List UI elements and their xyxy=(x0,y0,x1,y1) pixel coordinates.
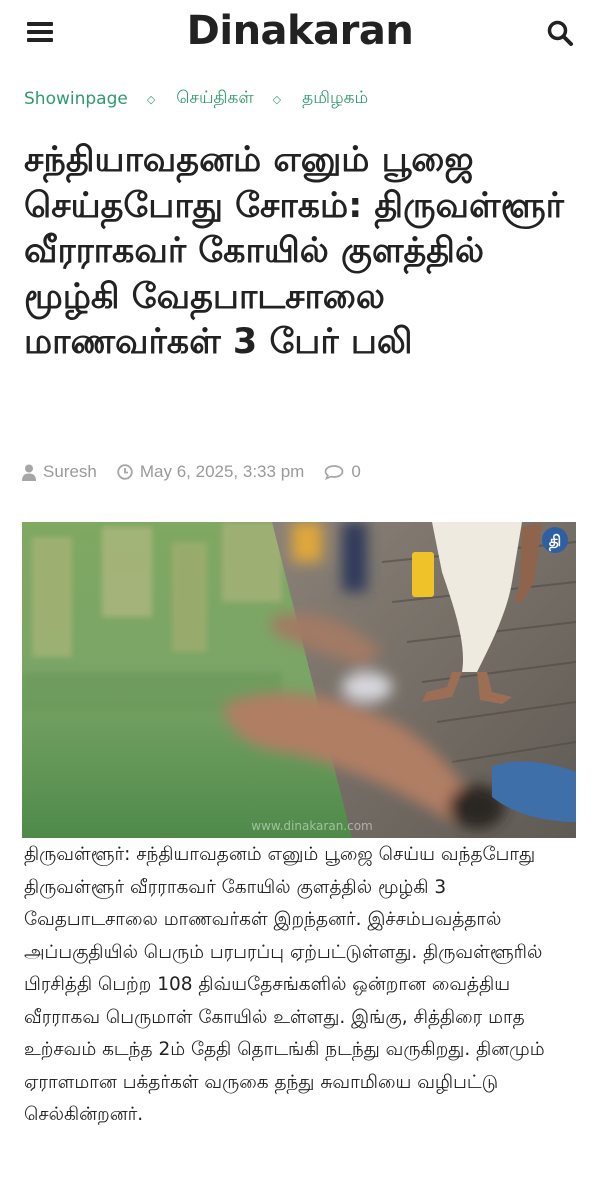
comment-icon xyxy=(324,465,344,480)
top-header: Dinakaran xyxy=(0,0,600,66)
image-watermark: www.dinakaran.com xyxy=(251,819,373,833)
author-meta[interactable]: Suresh xyxy=(22,462,97,482)
diamond-icon: ◇ xyxy=(272,92,282,106)
article-title: சந்தியாவதனம் எனும் பூஜை செய்தபோது சோகம்:… xyxy=(24,140,564,362)
diamond-icon: ◇ xyxy=(146,92,156,106)
publish-date: May 6, 2025, 3:33 pm xyxy=(139,462,305,481)
user-icon xyxy=(22,464,36,481)
article-body: திருவள்ளூர்: சந்தியாவதனம் எனும் பூஜை செய… xyxy=(24,844,545,1125)
breadcrumb-item-news[interactable]: செய்திகள் xyxy=(176,88,253,110)
breadcrumb-item-tamilnadu[interactable]: தமிழகம் xyxy=(302,88,368,110)
date-meta: May 6, 2025, 3:33 pm xyxy=(117,462,304,482)
author-name: Suresh xyxy=(43,462,97,481)
image-logo: தி xyxy=(549,532,561,551)
comment-count: 0 xyxy=(351,462,361,481)
breadcrumb: Showinpage ◇ செய்திகள் ◇ தமிழகம் xyxy=(24,88,368,110)
clock-icon xyxy=(117,464,133,480)
article-image: தி www.dinakaran.com xyxy=(22,522,576,838)
breadcrumb-item-showinpage[interactable]: Showinpage xyxy=(24,89,128,109)
comments-meta[interactable]: 0 xyxy=(324,462,361,482)
article-meta: Suresh May 6, 2025, 3:33 pm 0 xyxy=(22,462,381,482)
search-icon[interactable] xyxy=(546,19,574,47)
site-logo[interactable]: Dinakaran xyxy=(0,8,600,54)
